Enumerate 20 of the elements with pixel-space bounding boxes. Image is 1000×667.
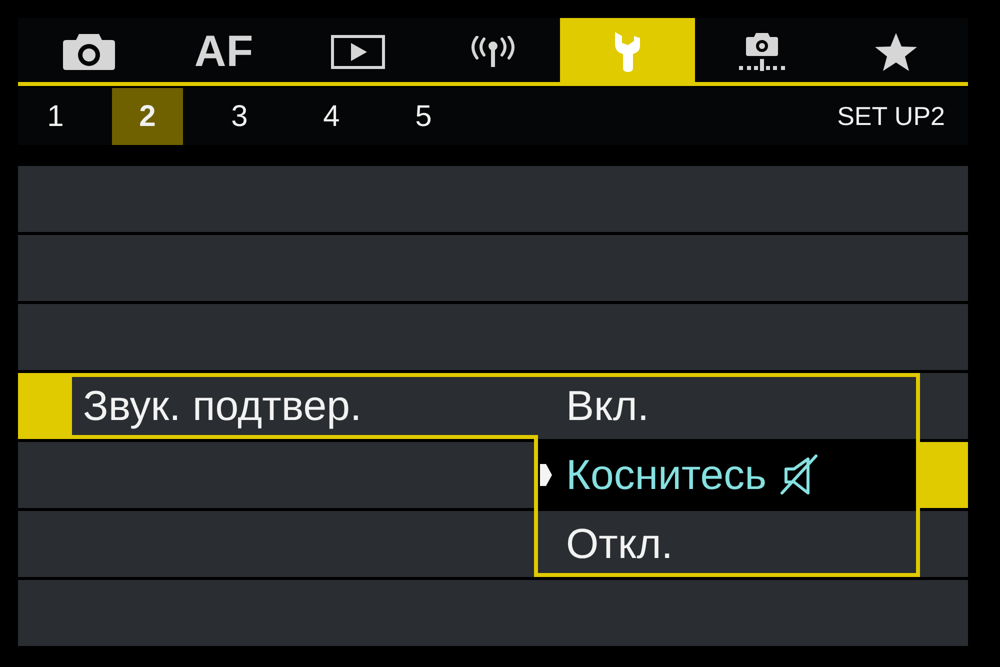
option-item[interactable]: Вкл.	[534, 373, 920, 439]
star-icon	[874, 32, 918, 72]
option-item[interactable]: Откл.	[534, 511, 920, 577]
menu-tab[interactable]: AF	[156, 18, 291, 86]
menu-row[interactable]: Звук. подтвер. Вкл.	[18, 373, 968, 439]
page-tab[interactable]: 1	[20, 88, 91, 145]
camera-dots-icon	[736, 32, 787, 72]
page-tab[interactable]: 5	[388, 88, 459, 145]
menu-row[interactable]: Коснитесь	[18, 442, 968, 508]
page-tab[interactable]: 3	[204, 88, 275, 145]
play-icon	[331, 35, 386, 69]
setting-label: Звук. подтвер.	[83, 382, 362, 430]
pointer-icon	[540, 464, 552, 486]
wireless-icon	[468, 36, 517, 68]
option-cursor-bar	[920, 442, 968, 508]
menu-row[interactable]: Откл.	[18, 511, 968, 577]
page-tab[interactable]: 2	[112, 88, 183, 145]
page-tab[interactable]: 4	[296, 88, 367, 145]
camera-icon	[62, 33, 116, 71]
page-title: SET UP2	[837, 101, 945, 132]
